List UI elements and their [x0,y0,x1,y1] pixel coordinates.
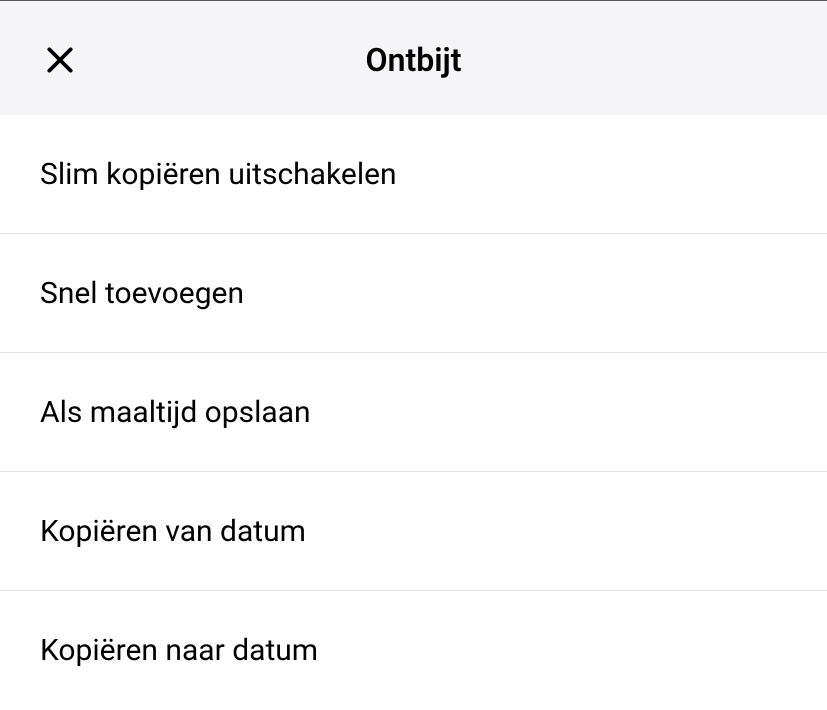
menu-item-disable-smart-copy[interactable]: Slim kopiëren uitschakelen [0,115,827,234]
menu-item-label: Snel toevoegen [40,276,244,311]
modal-title: Ontbijt [366,41,462,79]
menu-list: Slim kopiëren uitschakelen Snel toevoege… [0,115,827,710]
menu-item-quick-add[interactable]: Snel toevoegen [0,234,827,353]
menu-item-copy-to-date[interactable]: Kopiëren naar datum [0,591,827,710]
menu-item-copy-from-date[interactable]: Kopiëren van datum [0,472,827,591]
menu-item-save-as-meal[interactable]: Als maaltijd opslaan [0,353,827,472]
menu-item-label: Als maaltijd opslaan [40,395,311,430]
close-icon [44,44,76,76]
menu-item-label: Kopiëren naar datum [40,633,318,668]
menu-item-label: Slim kopiëren uitschakelen [40,157,397,192]
close-button[interactable] [40,40,80,80]
menu-item-label: Kopiëren van datum [40,514,306,549]
modal-header: Ontbijt [0,4,827,115]
